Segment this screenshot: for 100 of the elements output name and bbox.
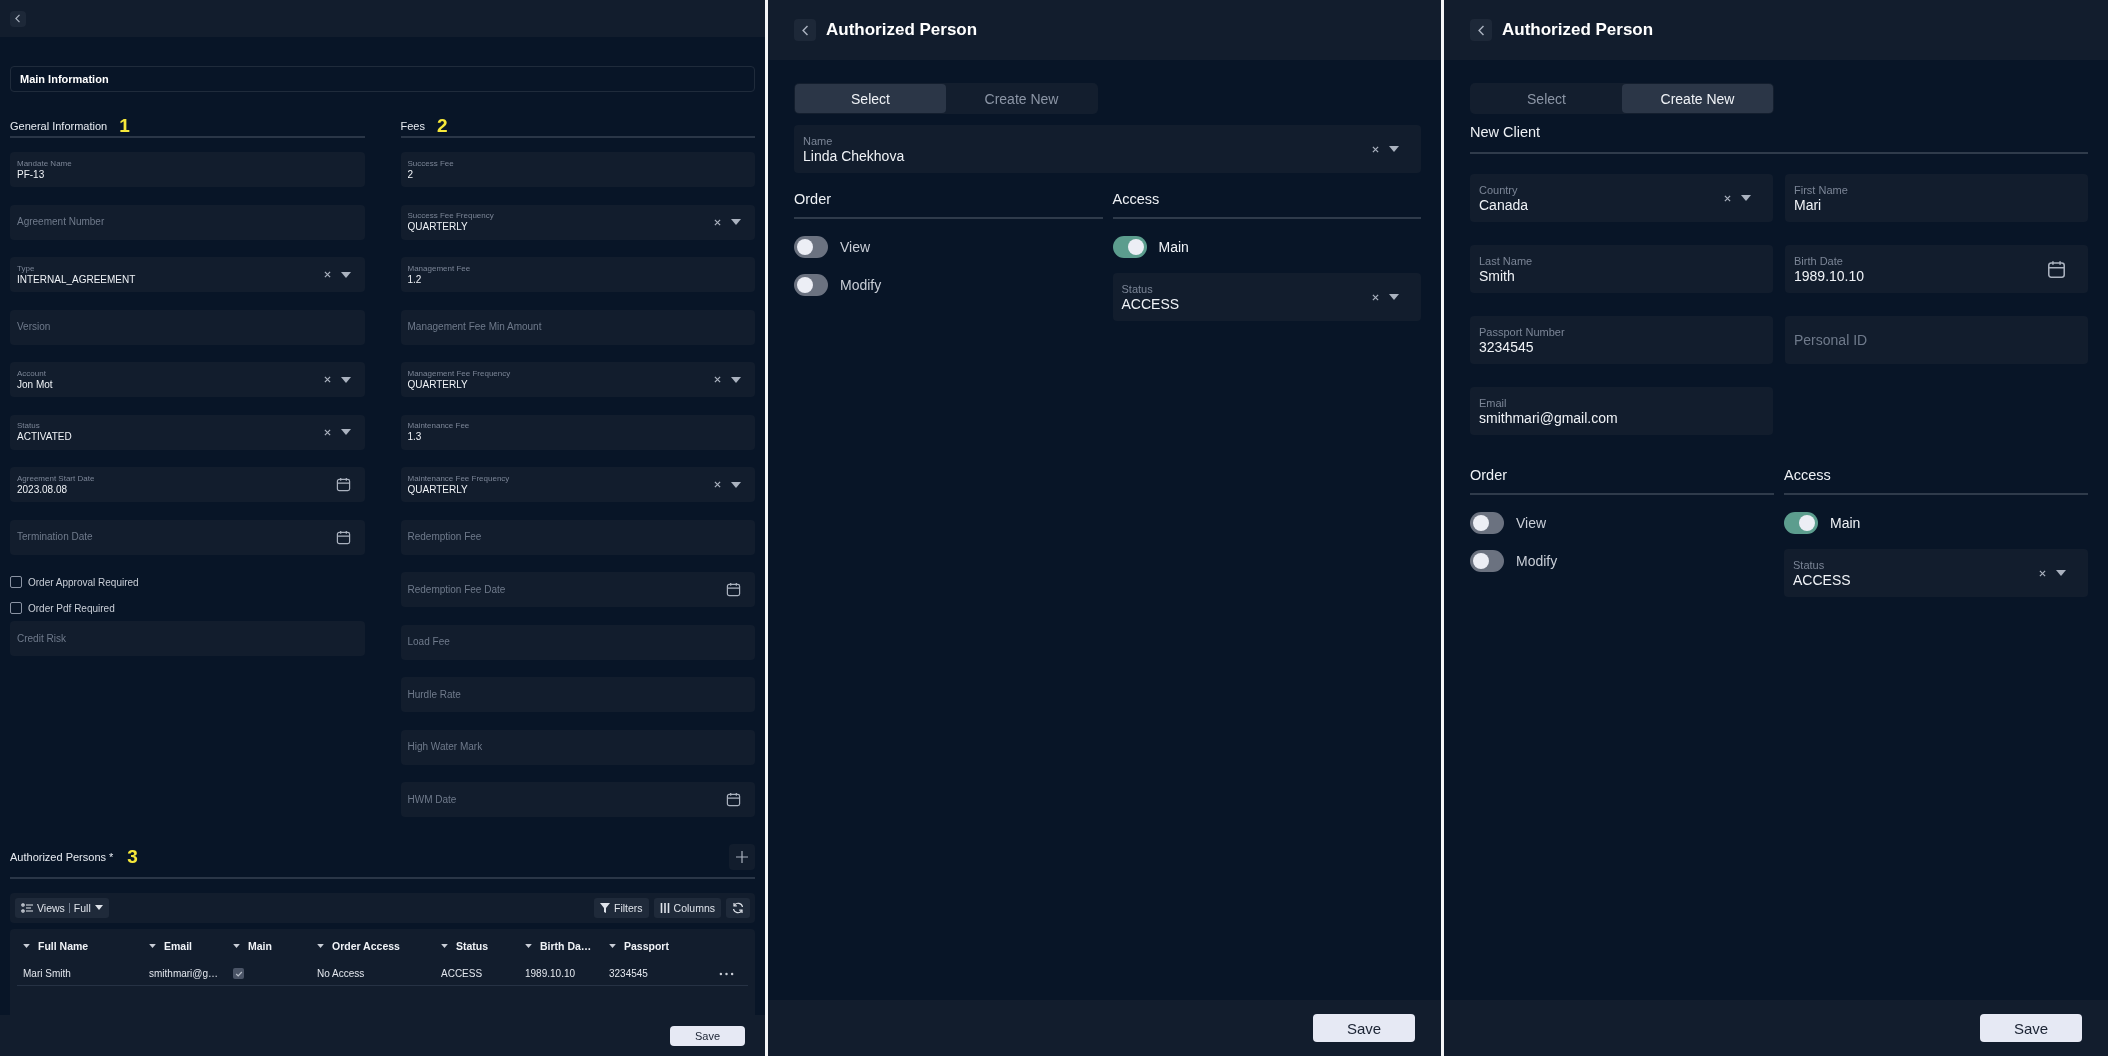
add-button[interactable] xyxy=(729,843,755,870)
select-field[interactable]: Account Jon Mot xyxy=(10,362,365,397)
input-field[interactable]: Email smithmari@gmail.com xyxy=(1470,387,1773,435)
more-icon[interactable] xyxy=(719,971,734,976)
select-field[interactable]: Status ACTIVATED xyxy=(10,414,365,450)
select-field[interactable]: Type INTERNAL_AGREEMENT xyxy=(10,257,365,292)
back-button[interactable] xyxy=(10,10,26,27)
column-header[interactable]: Main xyxy=(248,939,272,952)
caret-icon[interactable] xyxy=(441,943,448,948)
select-field[interactable]: Maintenance Fee Frequency QUARTERLY xyxy=(400,467,755,502)
toggle-switch[interactable] xyxy=(1470,550,1504,572)
column-header[interactable]: Passport xyxy=(624,939,669,952)
section-title: Authorized Persons * xyxy=(10,850,114,863)
tab[interactable]: Create New xyxy=(946,84,1097,113)
select-field[interactable]: Status ACCESS xyxy=(1784,549,2088,597)
tab[interactable]: Select xyxy=(1471,84,1622,113)
back-button[interactable] xyxy=(794,19,816,41)
input-field[interactable]: Passport Number 3234545 xyxy=(1470,316,1773,364)
date-field[interactable]: HWM Date xyxy=(400,782,755,817)
filters-button[interactable]: Filters xyxy=(593,897,649,918)
checkbox[interactable] xyxy=(10,602,22,614)
columns-button[interactable]: Columns xyxy=(653,897,721,918)
caret-icon[interactable] xyxy=(340,271,351,278)
column-header[interactable]: Birth Da… xyxy=(540,939,592,952)
section-title: Order xyxy=(794,191,1103,219)
input-field[interactable]: Success Fee 2 xyxy=(400,152,755,187)
checkbox[interactable] xyxy=(233,968,244,979)
input-field[interactable]: Agreement Number xyxy=(10,204,365,240)
caret-icon[interactable] xyxy=(317,943,324,948)
checkbox[interactable] xyxy=(10,576,22,588)
clear-icon[interactable] xyxy=(714,218,721,226)
toggle-switch[interactable] xyxy=(1784,512,1818,534)
date-field[interactable]: Redemption Fee Date xyxy=(400,572,755,607)
select-field[interactable]: Management Fee Frequency QUARTERLY xyxy=(400,362,755,397)
input-field[interactable]: Management Fee Min Amount xyxy=(400,309,755,345)
clear-icon[interactable] xyxy=(714,481,721,488)
caret-icon[interactable] xyxy=(1741,195,1751,201)
caret-icon[interactable] xyxy=(1389,294,1399,300)
column-header[interactable]: Status xyxy=(456,939,489,952)
select-field[interactable]: Status ACCESS xyxy=(1112,273,1421,321)
save-button[interactable]: Save xyxy=(1313,1014,1415,1042)
refresh-button[interactable] xyxy=(726,897,750,918)
column-header[interactable]: Full Name xyxy=(38,939,89,952)
caret-icon[interactable] xyxy=(340,429,351,435)
clear-icon[interactable] xyxy=(2039,569,2046,577)
views-button[interactable]: Views Full xyxy=(15,897,109,918)
calendar-icon[interactable] xyxy=(726,582,741,597)
toggle-switch[interactable] xyxy=(794,274,828,296)
caret-icon[interactable] xyxy=(731,481,741,488)
caret-icon[interactable] xyxy=(1389,146,1399,152)
input-field[interactable]: Hurdle Rate xyxy=(400,677,755,712)
save-button[interactable]: Save xyxy=(670,1025,745,1046)
clear-icon[interactable] xyxy=(1724,194,1731,202)
caret-icon[interactable] xyxy=(340,376,351,383)
caret-icon[interactable] xyxy=(731,219,741,225)
toggle-switch[interactable] xyxy=(1470,512,1504,534)
clear-icon[interactable] xyxy=(323,271,331,278)
input-field[interactable]: Version xyxy=(10,309,365,345)
caret-icon[interactable] xyxy=(2056,570,2066,576)
input-field[interactable]: Credit Risk xyxy=(10,621,365,656)
caret-icon xyxy=(94,905,103,910)
caret-icon[interactable] xyxy=(731,376,741,383)
input-field[interactable]: Last Name Smith xyxy=(1470,245,1773,293)
input-field[interactable]: High Water Mark xyxy=(400,729,755,765)
input-field[interactable]: Mandate Name PF-13 xyxy=(10,152,365,187)
select-field[interactable]: Country Canada xyxy=(1470,174,1773,222)
calendar-icon[interactable] xyxy=(335,529,351,545)
save-button[interactable]: Save xyxy=(1980,1014,2082,1042)
clear-icon[interactable] xyxy=(323,376,331,383)
toggle-switch[interactable] xyxy=(1112,236,1147,258)
date-field[interactable]: Termination Date xyxy=(10,519,365,555)
caret-icon[interactable] xyxy=(233,943,240,948)
section-tab[interactable]: Main Information xyxy=(10,66,755,92)
select-field[interactable]: Success Fee Frequency QUARTERLY xyxy=(400,204,755,240)
input-field[interactable]: Personal ID xyxy=(1785,316,2088,364)
input-field[interactable]: First Name Mari xyxy=(1785,174,2088,222)
clear-icon[interactable] xyxy=(1372,293,1379,301)
select-field[interactable]: Name Linda Chekhova xyxy=(794,125,1421,173)
tab[interactable]: Select xyxy=(795,84,946,113)
column-header[interactable]: Order Access xyxy=(332,939,400,952)
clear-icon[interactable] xyxy=(714,376,721,383)
toggle-switch[interactable] xyxy=(794,236,828,258)
clear-icon[interactable] xyxy=(323,428,331,436)
input-field[interactable]: Maintenance Fee 1.3 xyxy=(400,414,755,450)
column-header[interactable]: Email xyxy=(164,939,192,952)
back-button[interactable] xyxy=(1470,19,1492,41)
input-field[interactable]: Management Fee 1.2 xyxy=(400,257,755,292)
clear-icon[interactable] xyxy=(1372,145,1379,153)
caret-icon[interactable] xyxy=(525,943,532,948)
tab[interactable]: Create New xyxy=(1622,84,1773,113)
caret-icon[interactable] xyxy=(609,943,616,948)
caret-icon[interactable] xyxy=(149,943,156,948)
calendar-icon[interactable] xyxy=(2047,259,2066,279)
caret-icon[interactable] xyxy=(23,943,30,948)
date-field[interactable]: Agreement Start Date 2023.08.08 xyxy=(10,467,365,502)
input-field[interactable]: Load Fee xyxy=(400,624,755,660)
calendar-icon[interactable] xyxy=(726,792,741,807)
input-field[interactable]: Redemption Fee xyxy=(400,519,755,555)
date-field[interactable]: Birth Date 1989.10.10 xyxy=(1785,245,2088,293)
calendar-icon[interactable] xyxy=(335,477,351,492)
